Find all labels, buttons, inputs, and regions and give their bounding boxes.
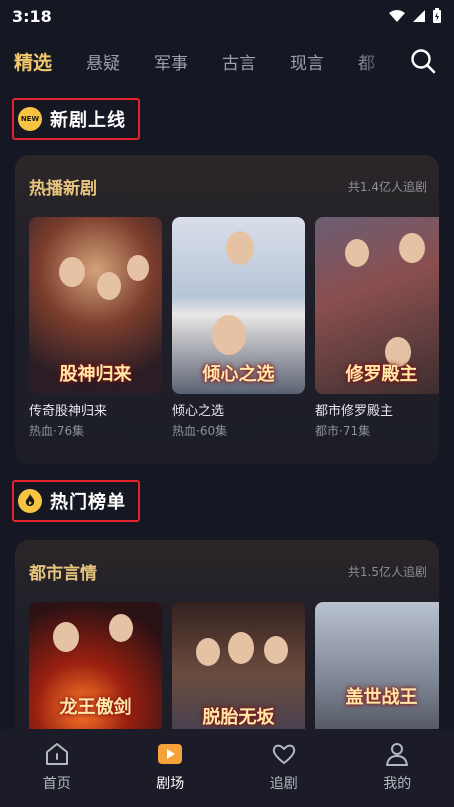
theater-play-icon bbox=[158, 744, 183, 764]
nav-follow[interactable]: 追剧 bbox=[227, 729, 341, 807]
nav-theater[interactable]: 剧场 bbox=[114, 729, 228, 807]
card-meta: 共1.5亿人追剧 bbox=[347, 564, 427, 579]
status-icons bbox=[388, 8, 442, 24]
profile-icon bbox=[386, 743, 409, 766]
category-tabs: 精选 悬疑 军事 古言 现言 都 bbox=[0, 40, 454, 82]
card-title: 热播新剧 bbox=[29, 178, 97, 199]
section-title: 热门榜单 bbox=[50, 492, 126, 513]
poster-caption: 盖世战王 bbox=[345, 687, 418, 708]
wifi-icon bbox=[389, 10, 405, 22]
section-hot-ranking[interactable]: 热门榜单 bbox=[12, 480, 140, 522]
poster-image[interactable]: 盖世战王 bbox=[315, 602, 439, 740]
drama-item[interactable]: 倾心之选 倾心之选 热血·60集 bbox=[172, 217, 305, 439]
poster-caption: 龙王傲剑 bbox=[59, 697, 132, 718]
drama-item[interactable]: 脱胎无坂 bbox=[172, 602, 305, 740]
search-icon[interactable] bbox=[410, 48, 436, 74]
nav-label: 我的 bbox=[383, 776, 412, 792]
signal-icon bbox=[413, 10, 425, 22]
poster-caption: 修罗殿主 bbox=[345, 364, 418, 385]
poster-image[interactable]: 龙王傲剑 bbox=[29, 602, 162, 740]
nav-label: 首页 bbox=[42, 776, 71, 792]
new-badge-icon: NEW bbox=[18, 107, 42, 131]
drama-item[interactable]: 龙王傲剑 bbox=[29, 602, 162, 740]
card-urban-romance: 都市言情 共1.5亿人追剧 龙王傲剑 脱胎无坂 盖世战王 bbox=[15, 540, 439, 740]
tab-ancient-romance[interactable]: 古言 bbox=[222, 49, 256, 74]
poster-image[interactable]: 脱胎无坂 bbox=[172, 602, 305, 740]
nav-profile[interactable]: 我的 bbox=[341, 729, 454, 807]
section-title: 新剧上线 bbox=[50, 110, 126, 131]
drama-genre-episodes: 热血·76集 bbox=[29, 424, 85, 438]
tabs-fade bbox=[354, 40, 394, 82]
card-title: 都市言情 bbox=[29, 563, 97, 584]
status-bar: 3:18 bbox=[0, 0, 454, 32]
poster-image[interactable]: 倾心之选 bbox=[172, 217, 305, 394]
drama-item[interactable]: 股神归来 传奇股神归来 热血·76集 bbox=[29, 217, 162, 439]
bottom-nav: 首页 剧场 追剧 我的 bbox=[0, 729, 454, 807]
drama-title: 传奇股神归来 bbox=[29, 404, 108, 419]
hot-flame-icon bbox=[18, 489, 42, 513]
poster-image[interactable]: 修罗殿主 bbox=[315, 217, 439, 394]
drama-item[interactable]: 修罗殿主 都市修罗殿主 都市·71集 bbox=[315, 217, 439, 439]
nav-home[interactable]: 首页 bbox=[0, 729, 114, 807]
drama-title: 都市修罗殿主 bbox=[315, 404, 394, 419]
poster-image[interactable]: 股神归来 bbox=[29, 217, 162, 394]
card-meta: 共1.4亿人追剧 bbox=[347, 179, 427, 194]
tab-suspense[interactable]: 悬疑 bbox=[86, 49, 120, 74]
status-time: 3:18 bbox=[12, 6, 52, 26]
battery-icon bbox=[433, 8, 441, 23]
poster-caption: 倾心之选 bbox=[202, 364, 275, 385]
section-new-releases[interactable]: NEW 新剧上线 bbox=[12, 98, 140, 140]
home-icon bbox=[45, 743, 68, 765]
nav-label: 剧场 bbox=[156, 776, 185, 792]
heart-icon bbox=[272, 744, 295, 764]
drama-genre-episodes: 热血·60集 bbox=[172, 424, 228, 438]
drama-title: 倾心之选 bbox=[172, 404, 225, 419]
nav-label: 追剧 bbox=[269, 776, 298, 792]
card-hot-new: 热播新剧 共1.4亿人追剧 股神归来 传奇股神归来 热血·76集 倾心之选 倾心… bbox=[15, 155, 439, 464]
tab-modern-romance[interactable]: 现言 bbox=[290, 49, 324, 74]
poster-caption: 脱胎无坂 bbox=[202, 707, 275, 728]
drama-item[interactable]: 盖世战王 bbox=[315, 602, 439, 740]
tab-military[interactable]: 军事 bbox=[154, 49, 188, 74]
tab-featured[interactable]: 精选 bbox=[14, 48, 52, 75]
poster-caption: 股神归来 bbox=[59, 364, 132, 385]
drama-genre-episodes: 都市·71集 bbox=[315, 424, 371, 438]
